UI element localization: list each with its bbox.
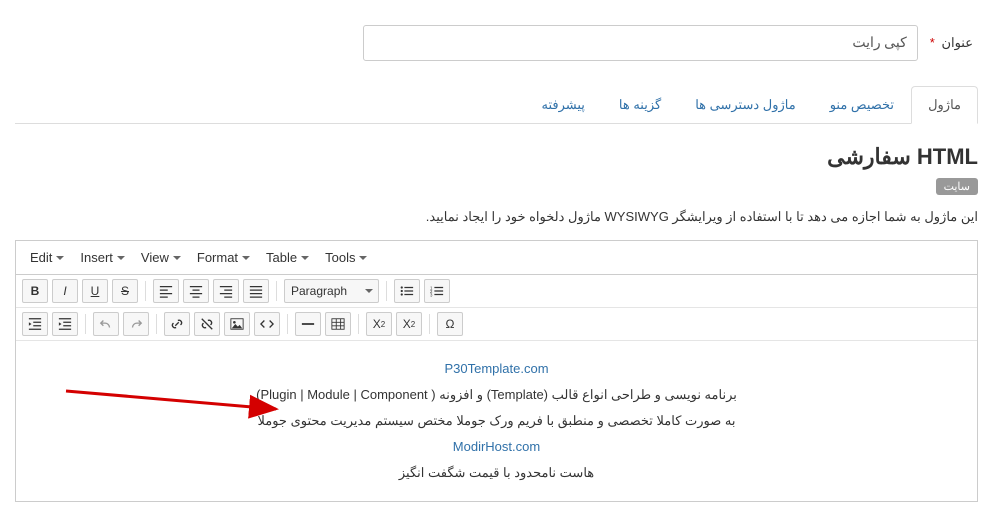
separator — [386, 281, 387, 301]
outdent-icon — [28, 317, 42, 331]
tab-menu-assignment[interactable]: تخصیص منو — [813, 86, 911, 123]
table-icon — [331, 317, 345, 331]
image-icon — [230, 317, 244, 331]
italic-button[interactable]: I — [52, 279, 78, 303]
content-line-2: به صورت کاملا تخصصی و منطبق با فریم ورک … — [31, 408, 962, 434]
chevron-down-icon — [56, 256, 64, 260]
separator — [429, 314, 430, 334]
site-badge: سایت — [936, 178, 978, 195]
menu-table[interactable]: Table — [258, 245, 317, 270]
menu-insert[interactable]: Insert — [72, 245, 133, 270]
section-title: HTML سفارشی — [15, 144, 978, 170]
align-right-icon — [219, 284, 233, 298]
editor-menubar: Edit Insert View Format Table Tools — [16, 241, 977, 275]
number-list-icon: 123 — [430, 284, 444, 298]
align-center-button[interactable] — [183, 279, 209, 303]
unlink-icon — [200, 317, 214, 331]
special-char-button[interactable]: Ω — [437, 312, 463, 336]
strikethrough-button[interactable]: S — [112, 279, 138, 303]
align-left-button[interactable] — [153, 279, 179, 303]
code-button[interactable] — [254, 312, 280, 336]
table-button[interactable] — [325, 312, 351, 336]
undo-icon — [99, 317, 113, 331]
tab-module-permissions[interactable]: ماژول دسترسی ها — [678, 86, 812, 123]
align-right-button[interactable] — [213, 279, 239, 303]
subscript-button[interactable]: X2 — [366, 312, 392, 336]
separator — [156, 314, 157, 334]
indent-icon — [58, 317, 72, 331]
image-button[interactable] — [224, 312, 250, 336]
content-line-1: برنامه نویسی و طراحی انواع قالب (Templat… — [31, 382, 962, 408]
superscript-button[interactable]: X2 — [396, 312, 422, 336]
separator — [358, 314, 359, 334]
editor-toolbar-row-2: X2 X2 Ω — [16, 308, 977, 341]
outdent-button[interactable] — [22, 312, 48, 336]
align-left-icon — [159, 284, 173, 298]
title-label: عنوان * — [930, 35, 973, 51]
format-select[interactable]: Paragraph — [284, 279, 379, 303]
tab-options[interactable]: گزینه ها — [602, 86, 678, 123]
required-mark: * — [930, 35, 935, 50]
separator — [145, 281, 146, 301]
tab-module[interactable]: ماژول — [911, 86, 978, 124]
editor-content-area[interactable]: P30Template.com برنامه نویسی و طراحی انو… — [16, 341, 977, 501]
code-icon — [260, 317, 274, 331]
menu-edit[interactable]: Edit — [22, 245, 72, 270]
hr-button[interactable] — [295, 312, 321, 336]
separator — [276, 281, 277, 301]
indent-button[interactable] — [52, 312, 78, 336]
number-list-button[interactable]: 123 — [424, 279, 450, 303]
bullet-list-icon — [400, 284, 414, 298]
link-icon — [170, 317, 184, 331]
link-button[interactable] — [164, 312, 190, 336]
editor-toolbar-row-1: B I U S Paragraph 123 — [16, 275, 977, 308]
title-input[interactable] — [363, 25, 918, 61]
align-justify-icon — [249, 284, 263, 298]
redo-button[interactable] — [123, 312, 149, 336]
section-description: این ماژول به شما اجازه می دهد تا با استف… — [15, 205, 978, 228]
chevron-down-icon — [242, 256, 250, 260]
unlink-button[interactable] — [194, 312, 220, 336]
undo-button[interactable] — [93, 312, 119, 336]
chevron-down-icon — [301, 256, 309, 260]
menu-tools[interactable]: Tools — [317, 245, 375, 270]
content-link-2[interactable]: ModirHost.com — [453, 439, 540, 454]
chevron-down-icon — [117, 256, 125, 260]
hr-icon — [301, 317, 315, 331]
wysiwyg-editor: Edit Insert View Format Table Tools B I … — [15, 240, 978, 502]
align-center-icon — [189, 284, 203, 298]
menu-view[interactable]: View — [133, 245, 189, 270]
bullet-list-button[interactable] — [394, 279, 420, 303]
tabs: ماژول تخصیص منو ماژول دسترسی ها گزینه ها… — [15, 86, 978, 124]
chevron-down-icon — [359, 256, 367, 260]
content-line-3: هاست نامحدود با قیمت شگفت انگیز — [31, 460, 962, 486]
menu-format[interactable]: Format — [189, 245, 258, 270]
chevron-down-icon — [173, 256, 181, 260]
svg-text:3: 3 — [430, 293, 433, 298]
bold-button[interactable]: B — [22, 279, 48, 303]
separator — [85, 314, 86, 334]
content-link-1[interactable]: P30Template.com — [444, 361, 548, 376]
align-justify-button[interactable] — [243, 279, 269, 303]
redo-icon — [129, 317, 143, 331]
underline-button[interactable]: U — [82, 279, 108, 303]
separator — [287, 314, 288, 334]
tab-advanced[interactable]: پیشرفته — [524, 86, 601, 123]
chevron-down-icon — [365, 289, 373, 293]
